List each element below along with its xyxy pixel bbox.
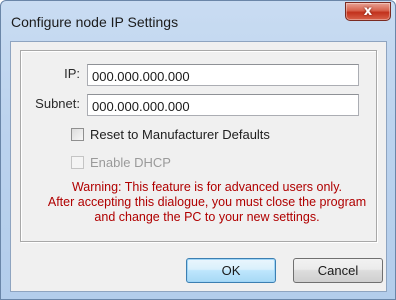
subnet-field[interactable] xyxy=(87,94,359,116)
close-button[interactable]: x xyxy=(345,2,391,21)
warning-line-3: and change the PC to your new settings. xyxy=(94,210,320,224)
enable-dhcp-label: Enable DHCP xyxy=(90,155,171,170)
reset-defaults-label[interactable]: Reset to Manufacturer Defaults xyxy=(90,127,270,142)
cancel-button[interactable]: Cancel xyxy=(293,258,383,283)
window-title: Configure node IP Settings xyxy=(11,14,179,30)
subnet-label: Subnet: xyxy=(35,96,80,111)
title-bar[interactable]: Configure node IP Settings x xyxy=(1,1,395,41)
enable-dhcp-checkbox xyxy=(71,156,84,169)
reset-defaults-checkbox[interactable] xyxy=(71,128,84,141)
ok-button[interactable]: OK xyxy=(186,258,276,283)
warning-line-2: After accepting this dialogue, you must … xyxy=(47,195,367,209)
close-icon: x xyxy=(363,4,373,19)
ip-label: IP: xyxy=(64,66,80,81)
warning-message: Warning: This feature is for advanced us… xyxy=(40,180,374,225)
warning-line-1: Warning: This feature is for advanced us… xyxy=(71,180,343,194)
ip-field[interactable] xyxy=(87,64,359,86)
